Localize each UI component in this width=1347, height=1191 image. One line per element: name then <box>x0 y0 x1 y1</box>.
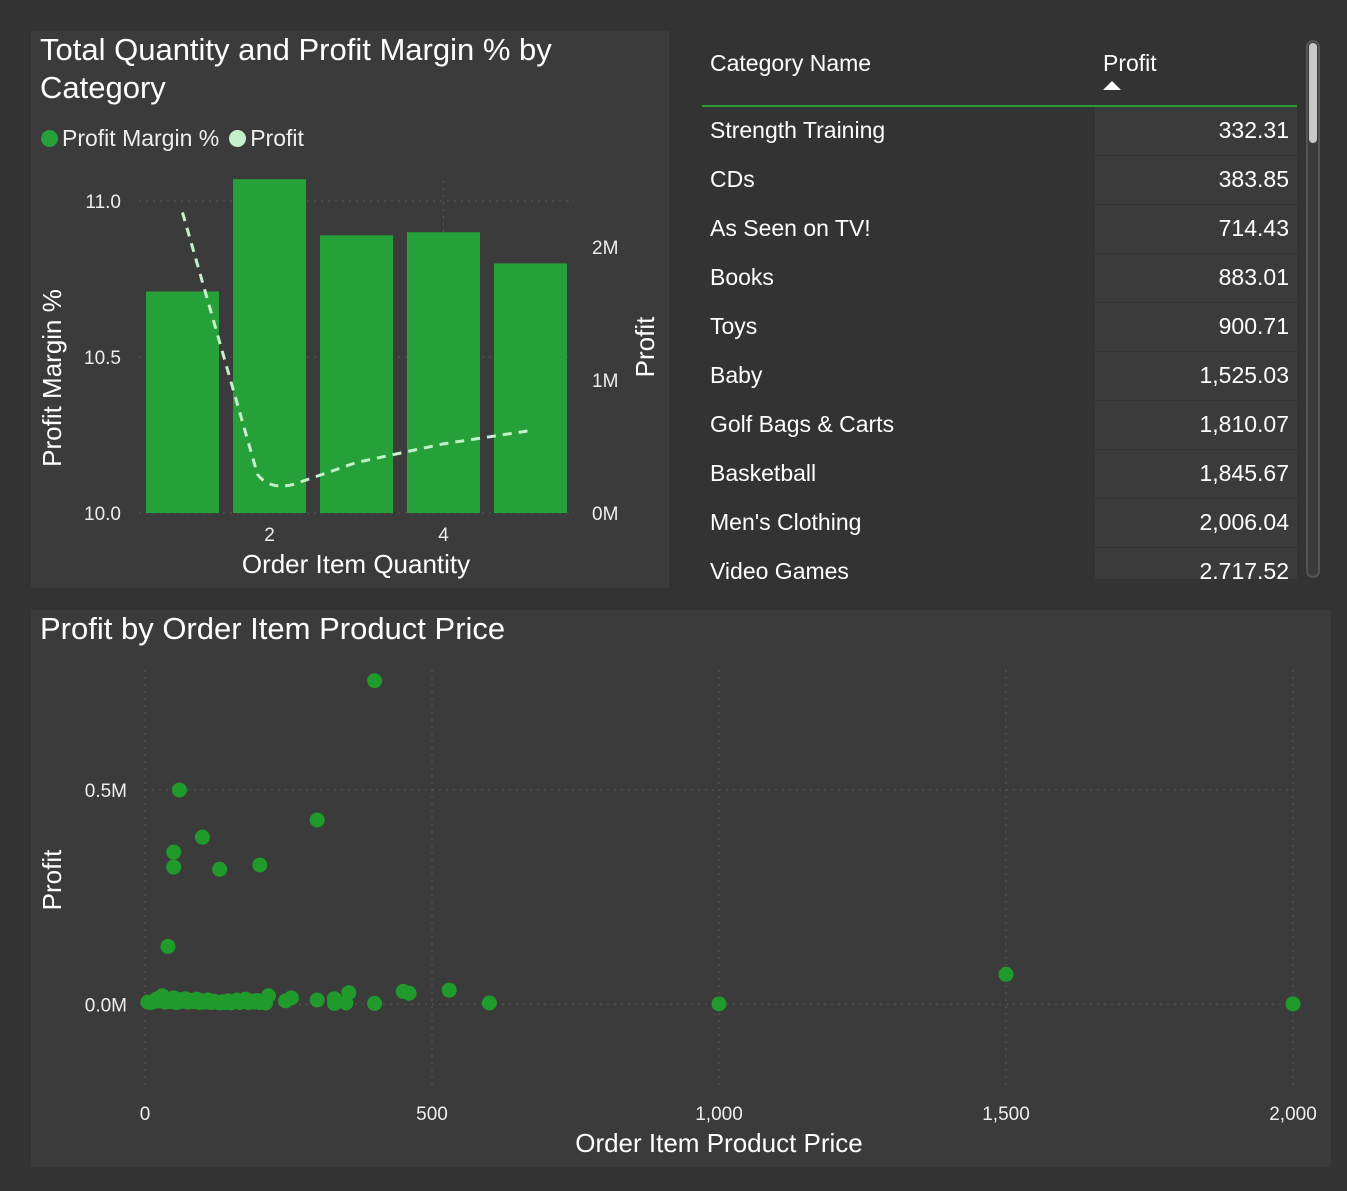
scatter-point[interactable] <box>252 857 268 873</box>
profit-margin-bar[interactable] <box>494 263 567 513</box>
table-row[interactable]: Video Games 2,717.52 <box>702 548 1297 579</box>
profit-margin-bar[interactable] <box>233 179 306 513</box>
scatter-point[interactable] <box>998 966 1014 982</box>
cell-profit: 383.85 <box>1095 156 1297 205</box>
table-row[interactable]: Golf Bags & Carts 1,810.07 <box>702 401 1297 450</box>
combo-chart-visual[interactable]: Total Quantity and Profit Margin % by Ca… <box>31 31 669 588</box>
cell-category-name: Baby <box>710 362 763 388</box>
cell-profit-value: 900.71 <box>1218 313 1289 339</box>
cell-category-name: Strength Training <box>710 117 886 143</box>
cell-category-name: CDs <box>710 166 755 192</box>
cell-profit: 332.31 <box>1095 107 1297 156</box>
category-profit-table[interactable]: Category Name Profit Strength Training 33… <box>702 31 1322 588</box>
table-row[interactable]: Strength Training 332.31 <box>702 107 1297 156</box>
scatter-point[interactable] <box>212 861 228 877</box>
scatter-point[interactable] <box>367 673 383 689</box>
profit-margin-bar[interactable] <box>146 291 219 513</box>
scatter-x-axis-label: Order Item Product Price <box>575 1128 863 1158</box>
combo-y2-tick-label: 2M <box>592 238 618 259</box>
scatter-point[interactable] <box>194 829 210 845</box>
cell-category-name: Golf Bags & Carts <box>710 411 895 437</box>
cell-profit-value: 1,810.07 <box>1199 411 1289 437</box>
cell-category-name: Men's Clothing <box>710 509 862 535</box>
sort-ascending-icon[interactable] <box>1103 81 1121 90</box>
combo-y-axis-label: Profit Margin % <box>37 289 67 467</box>
scatter-point[interactable] <box>481 995 497 1011</box>
table-body: Strength Training 332.31 CDs 383.85 As Seen … <box>702 107 1297 579</box>
cell-category-name: Video Games <box>710 558 849 579</box>
combo-chart-plot: 10.0 10.5 11.0 0M 1M 2M 2 4 Order Item Quantity… <box>37 179 660 579</box>
scatter-y-tick-label: 0.5M <box>85 781 127 802</box>
cell-profit-value: 714.43 <box>1218 215 1289 241</box>
combo-x-tick-label: 2 <box>264 525 275 546</box>
cell-profit-value: 1,845.67 <box>1199 460 1289 486</box>
scatter-point[interactable] <box>367 995 383 1011</box>
cell-category-name: As Seen on TV! <box>710 215 871 241</box>
cell-profit: 714.43 <box>1095 205 1297 254</box>
cell-profit-value: 2,006.04 <box>1199 509 1289 535</box>
table-row[interactable]: Baby 1,525.03 <box>702 352 1297 401</box>
scatter-point[interactable] <box>441 982 457 998</box>
column-header-category-name[interactable]: Category Name <box>710 50 871 77</box>
scatter-x-tick-label: 1,500 <box>982 1104 1030 1125</box>
cell-profit: 2,006.04 <box>1095 499 1297 548</box>
scatter-y-axis-label: Profit <box>37 849 67 910</box>
scatter-point[interactable] <box>160 938 176 954</box>
combo-y-tick-label: 10.5 <box>84 348 121 369</box>
profit-margin-bar[interactable] <box>320 235 393 513</box>
cell-profit: 883.01 <box>1095 254 1297 303</box>
scatter-x-tick-label: 500 <box>416 1104 448 1125</box>
cell-profit: 1,845.67 <box>1095 450 1297 499</box>
scatter-point[interactable] <box>258 995 274 1011</box>
scatter-point[interactable] <box>309 992 325 1008</box>
scatter-point[interactable] <box>711 996 727 1012</box>
column-header-profit[interactable]: Profit <box>1103 50 1157 77</box>
table-row[interactable]: Toys 900.71 <box>702 303 1297 352</box>
cell-profit-value: 883.01 <box>1218 264 1289 290</box>
scatter-chart-plot: 0 500 1,000 1,500 2,000 0.0M 0.5M Order Item P… <box>37 670 1317 1158</box>
combo-x-tick-label: 4 <box>438 525 449 546</box>
scatter-x-tick-label: 0 <box>140 1104 151 1125</box>
scatter-x-tick-label: 2,000 <box>1269 1104 1317 1125</box>
cell-profit-value: 2,717.52 <box>1199 558 1289 579</box>
cell-profit: 1,525.03 <box>1095 352 1297 401</box>
table-header: Category Name Profit <box>702 31 1297 107</box>
combo-y-tick-label: 10.0 <box>84 504 121 525</box>
scatter-point[interactable] <box>278 993 294 1009</box>
table-row[interactable]: As Seen on TV! 714.43 <box>702 205 1297 254</box>
cell-category-name: Books <box>710 264 774 290</box>
scatter-y-tick-label: 0.0M <box>85 995 127 1016</box>
scatter-point[interactable] <box>309 812 325 828</box>
combo-y-tick-label: 11.0 <box>85 192 121 213</box>
scatter-point[interactable] <box>401 985 417 1001</box>
combo-y2-axis-label: Profit <box>630 316 660 377</box>
scatter-chart-visual[interactable]: Profit by Order Item Product Price 0 500 1… <box>31 610 1331 1167</box>
cell-profit-value: 383.85 <box>1218 166 1289 192</box>
table-row[interactable]: Men's Clothing 2,006.04 <box>702 499 1297 548</box>
scatter-point[interactable] <box>166 844 182 860</box>
cell-profit: 2,717.52 <box>1095 548 1297 579</box>
profit-margin-bar[interactable] <box>407 232 480 513</box>
combo-y2-tick-label: 0M <box>592 504 618 525</box>
scatter-point[interactable] <box>1285 996 1301 1012</box>
table-row[interactable]: Basketball 1,845.67 <box>702 450 1297 499</box>
cell-profit-value: 1,525.03 <box>1199 362 1289 388</box>
table-row[interactable]: Books 883.01 <box>702 254 1297 303</box>
combo-y2-tick-label: 1M <box>592 371 618 392</box>
table-scrollbar-thumb[interactable] <box>1309 43 1317 143</box>
scatter-point[interactable] <box>326 995 342 1011</box>
cell-category-name: Toys <box>710 313 758 339</box>
cell-profit: 900.71 <box>1095 303 1297 352</box>
cell-category-name: Basketball <box>710 460 817 486</box>
scatter-point[interactable] <box>171 782 187 798</box>
cell-profit-value: 332.31 <box>1218 117 1289 143</box>
table-row[interactable]: CDs 383.85 <box>702 156 1297 205</box>
cell-profit: 1,810.07 <box>1095 401 1297 450</box>
combo-x-axis-label: Order Item Quantity <box>242 549 470 579</box>
scatter-x-tick-label: 1,000 <box>695 1104 743 1125</box>
table-scrollbar[interactable] <box>1306 40 1320 578</box>
scatter-point[interactable] <box>166 859 182 875</box>
